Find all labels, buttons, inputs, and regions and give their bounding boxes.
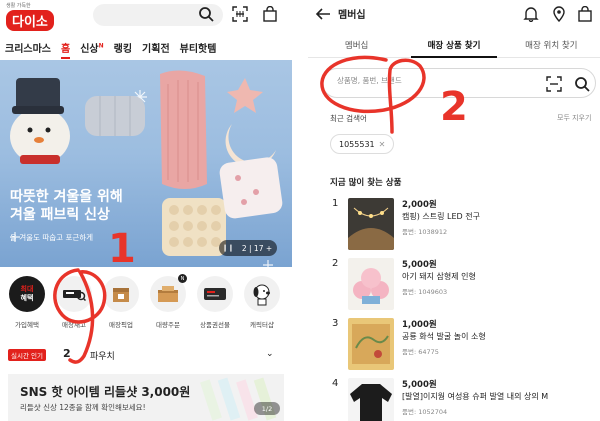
clear-all-button[interactable]: 모두 지우기	[557, 113, 591, 123]
product-thumbnail	[348, 198, 394, 250]
quick-menu-label: 매장픽업	[109, 321, 133, 329]
logo-brand: 다이소	[6, 10, 54, 31]
membership-tabs: 멤버십 매장 상품 찾기 매장 위치 찾기	[308, 34, 600, 58]
trending-badge: 실시간 인기	[8, 349, 46, 361]
product-number: 품번: 1038912	[402, 228, 448, 236]
product-name: 공룡 화석 발굴 놀이 소형	[402, 332, 486, 341]
membership-screen: 멤버십 멤버십 매장 상품 찾기 매장 위치 찾기 최근 검색어 모두 지우기 …	[308, 0, 600, 421]
tab-exhibition[interactable]: 기획전	[137, 40, 175, 55]
product-number: 품번: 64775	[402, 348, 439, 356]
search-icon[interactable]	[197, 5, 215, 23]
tab-christmas[interactable]: 크리스마스	[0, 40, 56, 55]
new-badge: N	[98, 42, 104, 50]
tab-new[interactable]: 신상N	[75, 40, 108, 54]
chip-label: 1055531	[339, 139, 375, 149]
logo-tagline: 생활 가득한	[6, 3, 31, 9]
shopping-bag-icon[interactable]	[576, 5, 594, 23]
trending-rank: 2	[63, 347, 71, 360]
quick-menu-store-stock[interactable]: 매장재고	[51, 276, 97, 329]
barcode-scan-icon[interactable]	[545, 75, 563, 93]
product-thumbnail	[348, 258, 394, 310]
back-arrow-icon[interactable]	[314, 5, 332, 23]
quick-menu-label: 캐릭터샵	[250, 321, 274, 329]
quick-menu-label: 가입혜택	[15, 321, 39, 329]
quick-menu-bulk-order[interactable]: N 대량주문	[145, 274, 191, 329]
promo-subtitle: 리들샷 신상 12종을 함께 확인해보세요!	[20, 403, 146, 412]
product-number: 품번: 1049603	[402, 288, 448, 296]
shopping-bag-icon[interactable]	[261, 5, 279, 23]
chevron-down-icon[interactable]: ⌄	[266, 349, 274, 359]
gift-card-icon	[197, 276, 233, 312]
hero-banner[interactable]: 따뜻한 겨울을 위해 겨울 패브릭 신상 올 겨울도 따숩고 포근하게	[0, 60, 292, 267]
location-pin-icon[interactable]	[550, 5, 568, 23]
list-item[interactable]: 4 5,000원 [발열]이지웜 여성용 슈퍼 발열 내의 상의 M 품번: 1…	[330, 378, 590, 421]
product-search-bar	[322, 68, 596, 98]
character-shop-icon	[244, 276, 280, 312]
banner-page-indicator[interactable]: 2 | 17 +	[237, 240, 277, 256]
quick-menu-signup-benefit[interactable]: 최대 혜택 가입혜택	[4, 276, 50, 329]
store-pickup-icon	[103, 276, 139, 312]
product-rank: 2	[332, 258, 339, 269]
product-name: 캠핑) 스트링 LED 전구	[402, 212, 480, 221]
product-rank: 1	[332, 198, 339, 209]
product-rank: 3	[332, 318, 339, 329]
trending-keyword: 파우치	[90, 352, 115, 362]
tab-find-store-location[interactable]: 매장 위치 찾기	[503, 34, 600, 57]
quick-menu-store-pickup[interactable]: 매장픽업	[98, 276, 144, 329]
product-price: 1,000원	[402, 320, 437, 330]
banner-title: 따뜻한 겨울을 위해 겨울 패브릭 신상	[10, 189, 123, 223]
bell-icon[interactable]	[522, 5, 540, 23]
pause-icon[interactable]: ❙❙	[219, 240, 237, 256]
tab-home[interactable]: 홈	[56, 40, 75, 59]
panel-divider	[292, 0, 308, 421]
list-item[interactable]: 2 5,000원 아기 돼지 삼형제 인형 품번: 1049603	[330, 258, 590, 316]
tab-beauty[interactable]: 뷰티핫템	[175, 40, 222, 55]
promo-banner[interactable]: SNS 핫 아이템 리들샷 3,000원 리들샷 신상 12종을 함께 확인해보…	[8, 374, 284, 421]
quick-menu: 최대 혜택 가입혜택 매장재고 매장픽업 N 대량주문 상품권선물 캐릭터샵	[4, 274, 292, 336]
list-item[interactable]: 1 2,000원 캠핑) 스트링 LED 전구 품번: 1038912	[330, 198, 590, 256]
popular-section-title: 지금 많이 찾는 상품	[330, 178, 402, 188]
new-badge: N	[178, 274, 187, 283]
quick-menu-gift-card[interactable]: 상품권선물	[192, 276, 238, 329]
tab-ranking[interactable]: 랭킹	[109, 40, 137, 55]
promo-page-indicator: 1/2	[254, 402, 280, 415]
product-price: 5,000원	[402, 380, 437, 390]
search-icon[interactable]	[573, 75, 591, 93]
quick-menu-label: 매장재고	[62, 321, 86, 329]
category-tabs: 크리스마스 홈 신상N 랭킹 기획전 뷰티핫템	[0, 36, 292, 59]
quick-menu-label: 대량주문	[156, 321, 180, 329]
quick-menu-label: 상품권선물	[200, 321, 230, 329]
product-name: 아기 돼지 삼형제 인형	[402, 272, 476, 281]
tab-find-store-product[interactable]: 매장 상품 찾기	[405, 34, 502, 58]
top-bar: 생활 가득한 다이소	[0, 0, 292, 34]
product-thumbnail	[348, 318, 394, 370]
daiso-logo[interactable]: 생활 가득한 다이소	[6, 2, 68, 31]
promo-title: SNS 핫 아이템 리들샷 3,000원	[20, 385, 191, 399]
home-screen: 생활 가득한 다이소 크리스마스 홈 신상N 랭킹 기획전 뷰티핫템 따뜻한 겨…	[0, 0, 292, 421]
close-icon[interactable]: ✕	[379, 140, 386, 149]
bulk-order-icon: N	[150, 274, 187, 312]
benefit-icon: 최대 혜택	[9, 276, 45, 312]
list-item[interactable]: 3 1,000원 공룡 화석 발굴 놀이 소형 품번: 64775	[330, 318, 590, 376]
product-rank: 4	[332, 378, 339, 389]
top-bar: 멤버십	[308, 0, 600, 28]
page-title: 멤버십	[338, 10, 366, 21]
banner-subtitle: 올 겨울도 따숩고 포근하게	[10, 233, 94, 242]
product-name: [발열]이지웜 여성용 슈퍼 발열 내의 상의 M	[402, 392, 549, 401]
product-price: 2,000원	[402, 200, 437, 210]
product-search-input[interactable]	[337, 76, 487, 85]
store-stock-icon	[56, 276, 92, 312]
tab-membership[interactable]: 멤버십	[308, 34, 405, 57]
product-number: 품번: 1052704	[402, 408, 448, 416]
recent-search-label: 최근 검색어	[330, 114, 367, 123]
product-price: 5,000원	[402, 260, 437, 270]
quick-menu-character-shop[interactable]: 캐릭터샵	[239, 276, 285, 329]
trending-keyword-bar[interactable]: 실시간 인기 2 파우치 ⌄	[0, 347, 292, 363]
barcode-scan-icon[interactable]	[231, 5, 249, 23]
recent-search-chip[interactable]: 1055531 ✕	[330, 134, 395, 154]
product-thumbnail	[348, 378, 394, 421]
